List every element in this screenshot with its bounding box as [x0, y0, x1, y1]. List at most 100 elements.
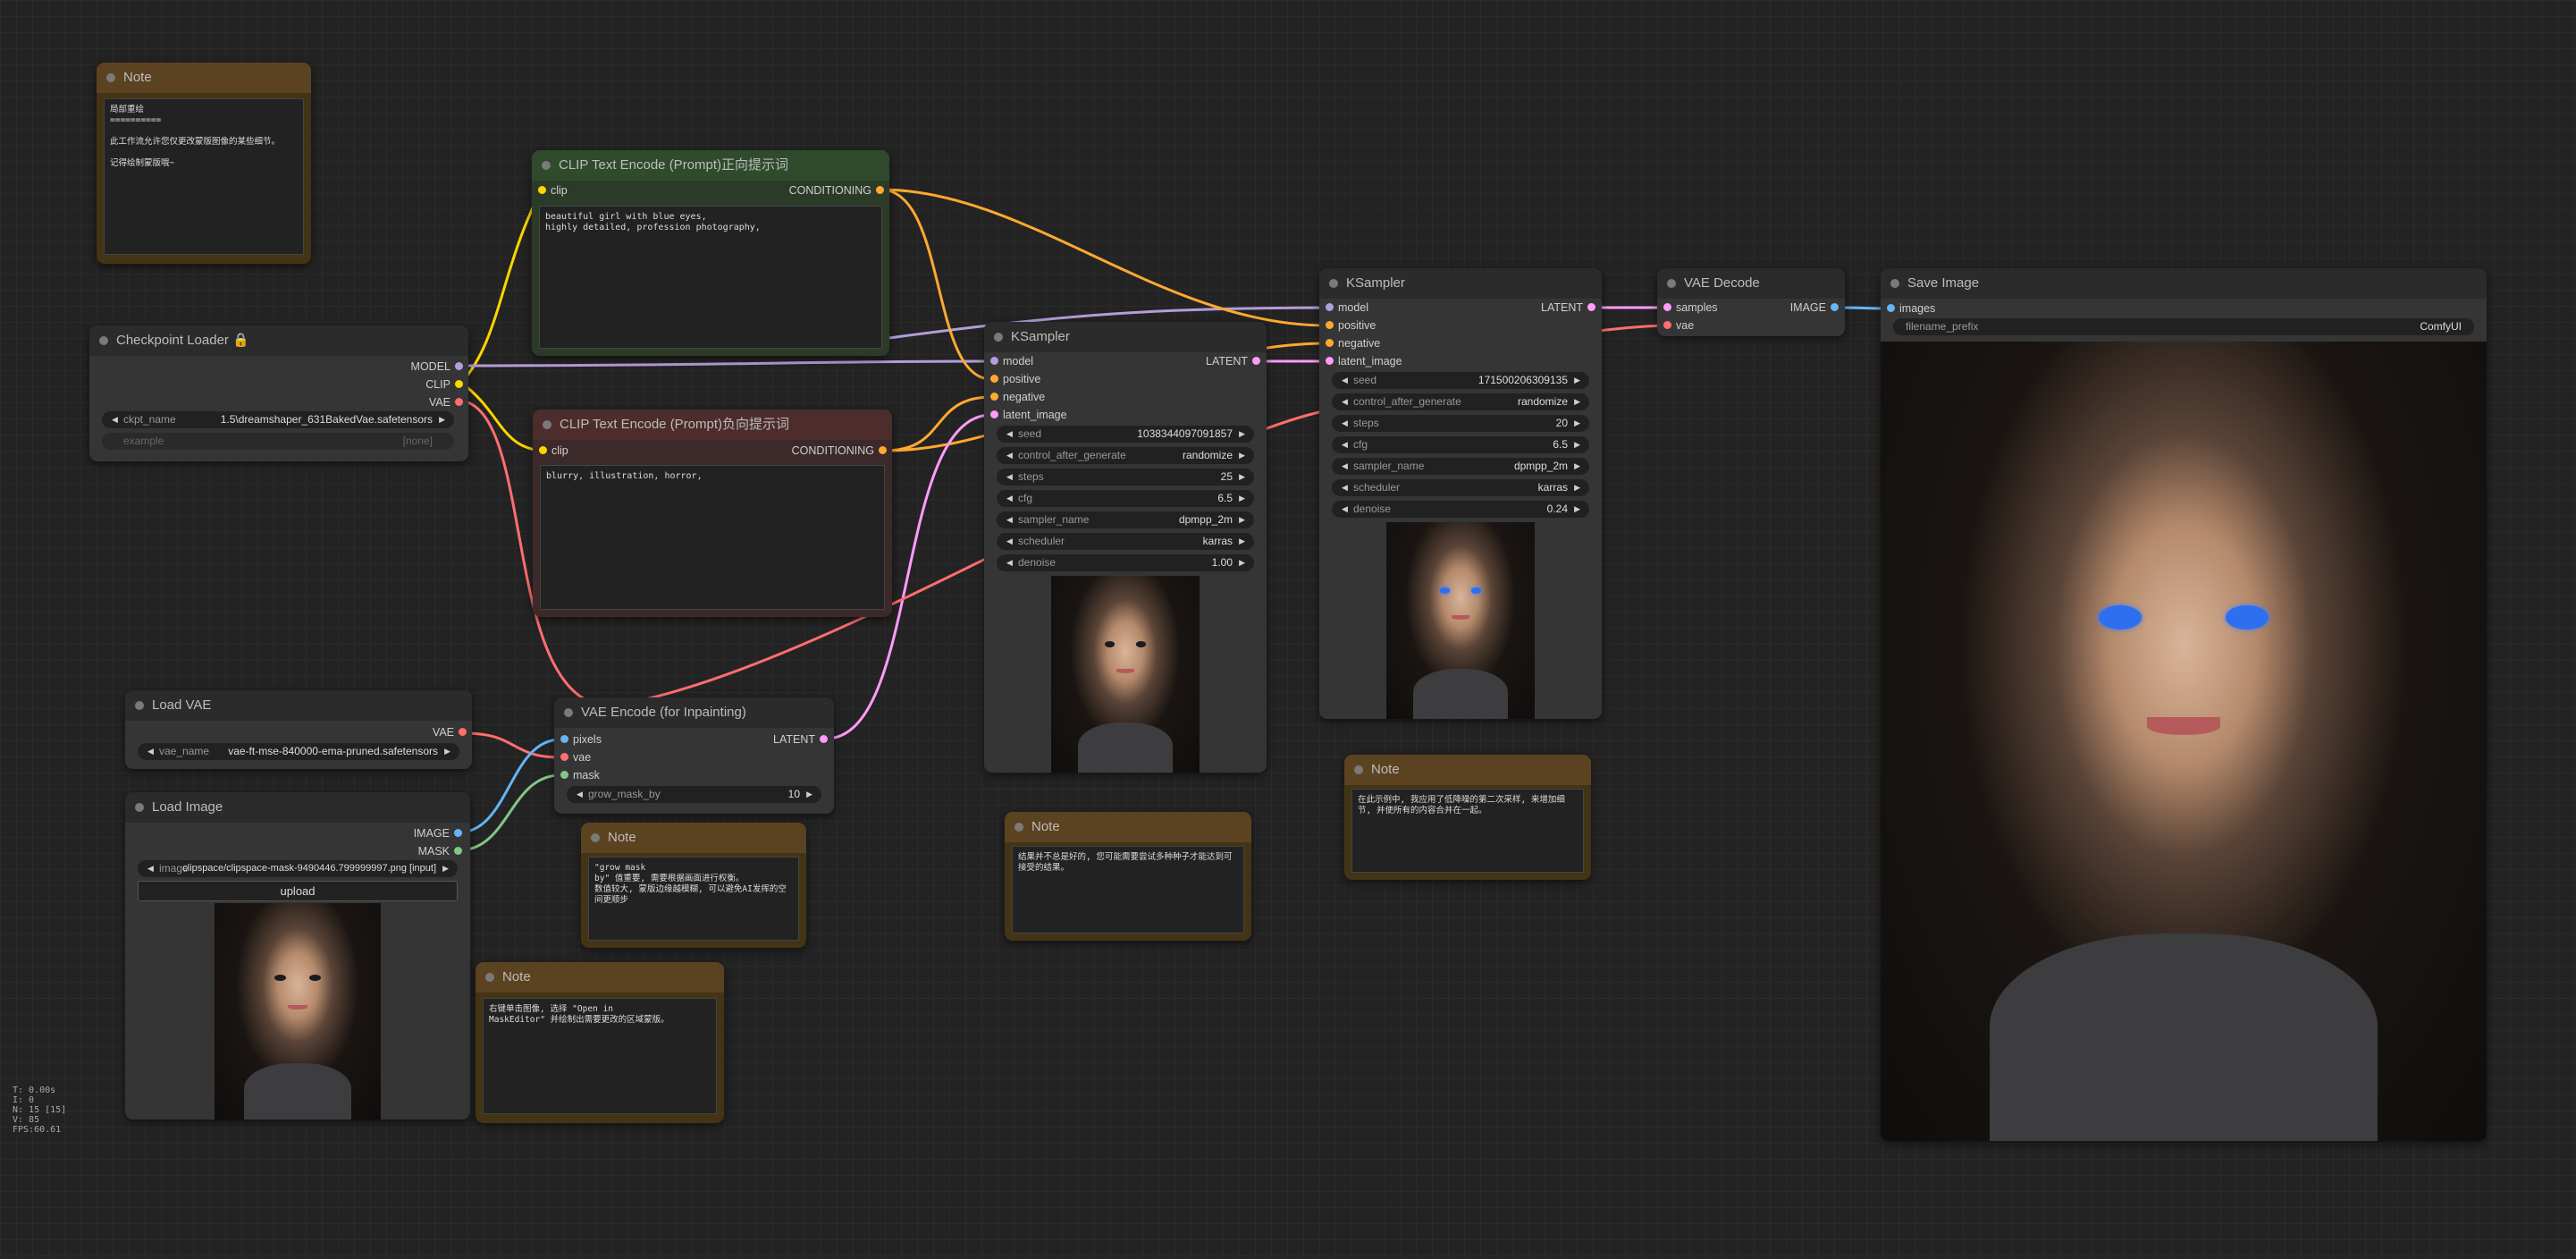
input-images[interactable]: images [1887, 300, 2007, 317]
arrow-left-icon[interactable]: ◀ [1342, 501, 1348, 518]
denoise-widget[interactable]: ◀ denoise 0.24 ▶ [1332, 501, 1589, 518]
seed-widget[interactable]: ◀ seed 171500206309135 ▶ [1332, 372, 1589, 389]
note-node-grow-mask[interactable]: Note "grow mask by" 值重要, 需要根据画面进行权衡。 数值较… [581, 823, 806, 948]
scheduler-widget[interactable]: ◀ scheduler karras ▶ [1332, 479, 1589, 496]
control-after-generate-widget[interactable]: ◀ control_after_generate randomize ▶ [1332, 393, 1589, 410]
image-combo[interactable]: ◀ image clipspace/clipspace-mask-9490446… [138, 860, 458, 877]
arrow-right-icon[interactable]: ▶ [1574, 501, 1580, 518]
arrow-right-icon[interactable]: ▶ [1574, 415, 1580, 432]
latent-slot-icon[interactable] [1252, 357, 1260, 365]
output-vae[interactable]: VAE [272, 393, 463, 411]
arrow-left-icon[interactable]: ◀ [577, 786, 583, 803]
arrow-left-icon[interactable]: ◀ [112, 411, 118, 428]
arrow-left-icon[interactable]: ◀ [1342, 436, 1348, 453]
arrow-right-icon[interactable]: ▶ [1239, 426, 1245, 443]
filename-prefix-field[interactable]: filename_prefix ComfyUI [1893, 318, 2474, 335]
conditioning-slot-icon[interactable] [990, 375, 998, 383]
vae-slot-icon[interactable] [560, 753, 568, 761]
output-latent[interactable]: LATENT [1476, 299, 1595, 317]
model-slot-icon[interactable] [990, 357, 998, 365]
arrow-right-icon[interactable]: ▶ [1239, 447, 1245, 464]
input-positive[interactable]: positive [990, 370, 1128, 388]
positive-prompt-textarea[interactable]: beautiful girl with blue eyes, highly de… [539, 206, 882, 349]
latent-slot-icon[interactable] [1663, 303, 1671, 311]
input-clip[interactable]: clip [538, 182, 640, 199]
mask-slot-icon[interactable] [560, 771, 568, 779]
input-pixels[interactable]: pixels [560, 731, 662, 748]
arrow-right-icon[interactable]: ▶ [1574, 479, 1580, 496]
latent-slot-icon[interactable] [990, 410, 998, 418]
input-model[interactable]: model [1326, 299, 1463, 317]
arrow-right-icon[interactable]: ▶ [1574, 436, 1580, 453]
note-node-top[interactable]: Note 局部重绘 ========== 此工作流允许您仅更改蒙版图像的某些细节… [97, 63, 311, 264]
image-slot-icon[interactable] [1831, 303, 1839, 311]
clip-text-encode-positive-node[interactable]: CLIP Text Encode (Prompt)正向提示词 clip COND… [532, 150, 889, 356]
arrow-left-icon[interactable]: ◀ [1342, 372, 1348, 389]
image-slot-icon[interactable] [1887, 304, 1895, 312]
latent-slot-icon[interactable] [1326, 357, 1334, 365]
ckpt-name-combo[interactable]: ◀ ckpt_name 1.5\dreamshaper_631BakedVae.… [102, 411, 454, 428]
arrow-right-icon[interactable]: ▶ [1574, 372, 1580, 389]
arrow-right-icon[interactable]: ▶ [1239, 533, 1245, 550]
arrow-left-icon[interactable]: ◀ [1006, 426, 1013, 443]
conditioning-slot-icon[interactable] [990, 393, 998, 401]
steps-widget[interactable]: ◀ steps 20 ▶ [1332, 415, 1589, 432]
vae-slot-icon[interactable] [459, 728, 467, 736]
load-vae-node[interactable]: Load VAE VAE ◀ vae_name vae-ft-mse-84000… [125, 690, 472, 769]
vae-encode-inpainting-node[interactable]: VAE Encode (for Inpainting) pixels vae m… [554, 697, 834, 814]
input-vae[interactable]: vae [1663, 317, 1765, 334]
model-slot-icon[interactable] [455, 362, 463, 370]
ksampler-node-1[interactable]: KSampler model positive negative latent_… [984, 322, 1267, 773]
checkpoint-loader-node[interactable]: Checkpoint Loader 🔒 MODEL CLIP VAE ◀ ckp… [89, 325, 468, 461]
conditioning-slot-icon[interactable] [1326, 339, 1334, 347]
output-conditioning[interactable]: CONDITIONING [693, 182, 884, 199]
input-mask[interactable]: mask [560, 766, 662, 784]
arrow-left-icon[interactable]: ◀ [1006, 490, 1013, 507]
sampler-name-widget[interactable]: ◀ sampler_name dpmpp_2m ▶ [1332, 458, 1589, 475]
arrow-left-icon[interactable]: ◀ [1342, 415, 1348, 432]
output-latent[interactable]: LATENT [726, 731, 828, 748]
latent-slot-icon[interactable] [1587, 303, 1595, 311]
arrow-left-icon[interactable]: ◀ [1006, 533, 1013, 550]
vae-decode-node[interactable]: VAE Decode samples vae IMAGE [1657, 268, 1845, 336]
model-slot-icon[interactable] [1326, 303, 1334, 311]
input-negative[interactable]: negative [990, 388, 1128, 406]
arrow-right-icon[interactable]: ▶ [1239, 469, 1245, 486]
output-mask[interactable]: MASK [342, 842, 462, 860]
steps-widget[interactable]: ◀ steps 25 ▶ [997, 469, 1254, 486]
scheduler-widget[interactable]: ◀ scheduler karras ▶ [997, 533, 1254, 550]
arrow-left-icon[interactable]: ◀ [147, 860, 154, 877]
negative-prompt-textarea[interactable]: blurry, illustration, horror, [540, 465, 885, 610]
control-after-generate-widget[interactable]: ◀ control_after_generate randomize ▶ [997, 447, 1254, 464]
arrow-right-icon[interactable]: ▶ [806, 786, 812, 803]
seed-widget[interactable]: ◀ seed 1038344097091857 ▶ [997, 426, 1254, 443]
note-node-results[interactable]: Note 结果并不总是好的, 您可能需要尝试多种种子才能达到可接受的结果。 [1005, 812, 1251, 941]
note-text[interactable]: 在此示例中, 我应用了低降噪的第二次采样, 来增加细节, 并使所有的内容合并在一… [1351, 789, 1584, 873]
output-clip[interactable]: CLIP [272, 376, 463, 393]
denoise-widget[interactable]: ◀ denoise 1.00 ▶ [997, 554, 1254, 571]
arrow-right-icon[interactable]: ▶ [444, 743, 450, 760]
clip-text-encode-negative-node[interactable]: CLIP Text Encode (Prompt)负向提示词 clip COND… [533, 410, 892, 617]
note-text[interactable]: "grow mask by" 值重要, 需要根据画面进行权衡。 数值较大, 蒙版… [588, 857, 799, 941]
vae-slot-icon[interactable] [455, 398, 463, 406]
grow-mask-by-widget[interactable]: ◀ grow_mask_by 10 ▶ [567, 786, 821, 803]
input-positive[interactable]: positive [1326, 317, 1463, 334]
arrow-left-icon[interactable]: ◀ [1006, 554, 1013, 571]
output-image[interactable]: IMAGE [342, 824, 462, 842]
conditioning-slot-icon[interactable] [876, 186, 884, 194]
arrow-right-icon[interactable]: ▶ [439, 411, 445, 428]
clip-slot-icon[interactable] [455, 380, 463, 388]
cfg-widget[interactable]: ◀ cfg 6.5 ▶ [1332, 436, 1589, 453]
output-model[interactable]: MODEL [272, 358, 463, 376]
arrow-left-icon[interactable]: ◀ [1006, 447, 1013, 464]
input-negative[interactable]: negative [1326, 334, 1463, 352]
image-slot-icon[interactable] [454, 829, 462, 837]
conditioning-slot-icon[interactable] [1326, 321, 1334, 329]
input-latent-image[interactable]: latent_image [1326, 352, 1463, 370]
arrow-left-icon[interactable]: ◀ [1342, 479, 1348, 496]
note-text[interactable]: 右键单击图像, 选择 "Open in MaskEditor" 并绘制出需要更改… [483, 998, 717, 1114]
arrow-left-icon[interactable]: ◀ [1342, 458, 1348, 475]
input-vae[interactable]: vae [560, 748, 662, 766]
arrow-left-icon[interactable]: ◀ [147, 743, 154, 760]
save-image-node[interactable]: Save Image images filename_prefix ComfyU… [1881, 268, 2487, 1141]
